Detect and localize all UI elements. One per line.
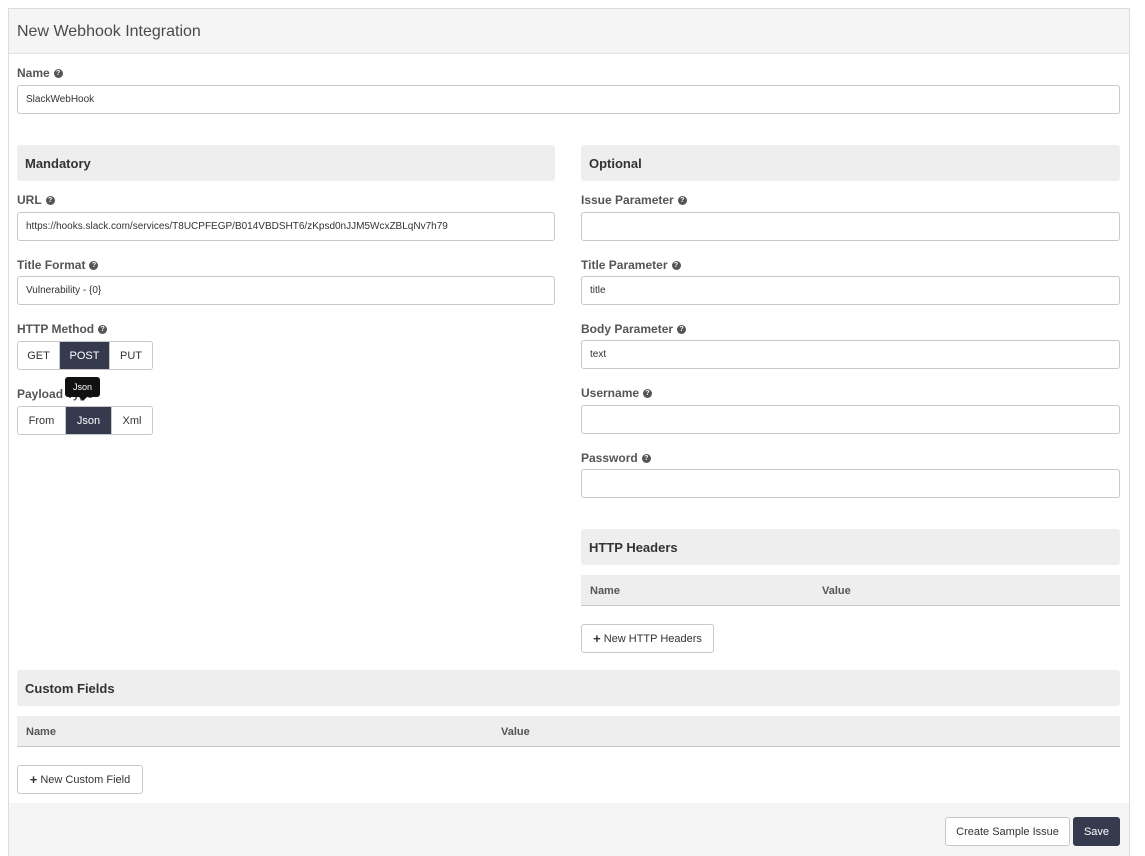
help-icon[interactable]: ? [677,324,687,334]
custom-fields-table-header: Name Value [17,716,1120,747]
issue-parameter-input[interactable] [581,212,1120,241]
password-label: Password ? [581,451,651,465]
create-sample-issue-button[interactable]: Create Sample Issue [945,817,1070,846]
custom-fields-value-column: Value [501,726,530,738]
custom-fields-name-column: Name [26,726,56,738]
url-label: URL ? [17,193,55,207]
body-parameter-input[interactable]: text [581,340,1120,369]
payload-type-xml-button[interactable]: Xml [112,407,152,434]
body-parameter-label: Body Parameter ? [581,322,687,336]
http-method-get-button[interactable]: GET [18,342,60,369]
name-input[interactable]: SlackWebHook [17,85,1120,114]
help-icon[interactable]: ? [671,260,681,270]
username-label: Username ? [581,386,653,400]
http-headers-name-column: Name [590,585,620,597]
tooltip-text: Json [65,377,100,397]
http-headers-table-header: Name Value [581,575,1120,606]
help-icon[interactable]: ? [53,68,63,78]
http-method-label: HTTP Method ? [17,322,108,336]
name-label: Name ? [17,66,63,80]
http-method-toggle: GET POST PUT [17,341,153,370]
help-icon[interactable]: ? [89,260,99,270]
http-headers-value-column: Value [822,585,851,597]
http-headers-section-header: HTTP Headers [581,529,1120,565]
panel-footer: Create Sample Issue Save [9,803,1129,856]
help-icon[interactable]: ? [641,453,651,463]
optional-section-header: Optional [581,145,1120,181]
title-parameter-input[interactable]: title [581,276,1120,305]
new-custom-field-button[interactable]: + New Custom Field [17,765,143,794]
help-icon[interactable]: ? [45,195,55,205]
payload-type-json-button[interactable]: Json [66,407,112,434]
page-title: New Webhook Integration [17,23,201,40]
issue-parameter-label: Issue Parameter ? [581,193,687,207]
username-input[interactable] [581,405,1120,434]
help-icon[interactable]: ? [677,195,687,205]
new-http-headers-button[interactable]: + New HTTP Headers [581,624,714,653]
tooltip-arrow [78,397,87,401]
webhook-integration-panel: New Webhook Integration Name ? SlackWebH… [8,8,1130,856]
plus-icon: + [29,772,38,787]
mandatory-section-header: Mandatory [17,145,555,181]
panel-header: New Webhook Integration [9,9,1129,54]
payload-type-from-button[interactable]: From [18,407,66,434]
save-button[interactable]: Save [1073,817,1120,846]
custom-fields-section-header: Custom Fields [17,670,1120,706]
help-icon[interactable]: ? [643,388,653,398]
http-method-post-button[interactable]: POST [60,342,110,369]
http-method-put-button[interactable]: PUT [110,342,152,369]
title-format-input[interactable]: Vulnerability - {0} [17,276,555,305]
payload-tooltip: Json [65,377,100,401]
password-input[interactable] [581,469,1120,498]
title-format-label: Title Format ? [17,258,99,272]
payload-type-toggle: From Json Xml [17,406,153,435]
url-input[interactable]: https://hooks.slack.com/services/T8UCPFE… [17,212,555,241]
plus-icon: + [593,631,601,646]
help-icon[interactable]: ? [98,324,108,334]
title-parameter-label: Title Parameter ? [581,258,681,272]
